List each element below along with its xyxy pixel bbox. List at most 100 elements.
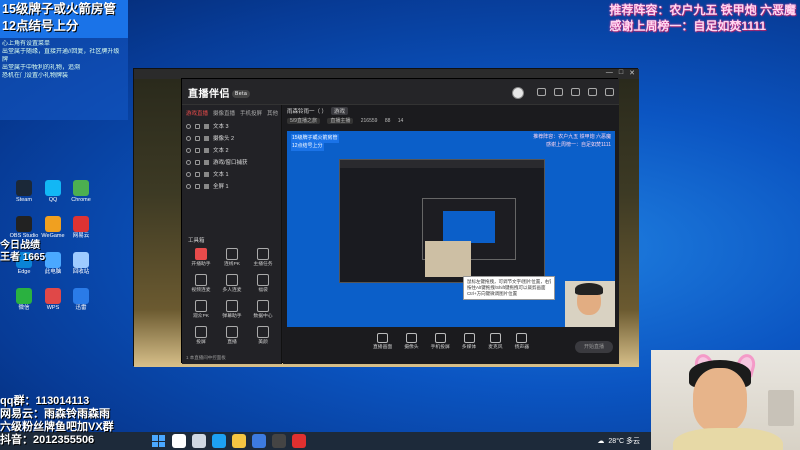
tool-button[interactable]: 弹幕助手 <box>217 300 247 320</box>
chat-line: 恐机在门设置小礼物牌装 <box>2 73 69 79</box>
windows-start-icon[interactable] <box>150 433 166 449</box>
lock-icon[interactable] <box>195 159 200 165</box>
scene-tabs: 游戏直播 摄像直播 手机投屏 其他 <box>182 105 281 120</box>
nested-webcam <box>425 241 471 277</box>
search-icon[interactable] <box>172 434 186 448</box>
menu-icon[interactable] <box>605 88 614 96</box>
source-item[interactable]: 游戏/窗口捕获 <box>182 156 281 168</box>
tool-button[interactable]: 开播助手 <box>186 248 216 268</box>
eye-icon[interactable] <box>186 183 191 189</box>
eye-icon[interactable] <box>186 147 191 153</box>
edge-icon[interactable] <box>212 434 226 448</box>
desktop-icon-label: Chrome <box>71 197 91 203</box>
toolbar-button[interactable]: 麦克风 <box>488 333 503 364</box>
tool-button[interactable]: 主播任务 <box>248 248 278 268</box>
netease-text: 网易云：雨森铃雨森雨 <box>0 408 110 420</box>
lock-icon[interactable] <box>195 183 200 189</box>
tool-button[interactable]: 多人连麦 <box>217 274 247 294</box>
tool-label: 观众PK <box>193 314 209 319</box>
stats-line: 今日战绩 <box>0 240 40 251</box>
tool-button[interactable]: 观众PK <box>186 300 216 320</box>
room-tag[interactable]: 游戏 <box>331 107 349 115</box>
desktop-icon[interactable]: 迅雷 <box>63 288 99 312</box>
tool-icon <box>195 326 207 338</box>
main-area: 雨森铃雨一（ ） 游戏 5/9直播之旅 直播主播 216559 88 14 15级… <box>283 105 619 364</box>
tool-button[interactable]: 连线PK <box>217 248 247 268</box>
explorer-icon[interactable] <box>232 434 246 448</box>
source-type-icon <box>204 123 209 129</box>
maximize-button[interactable]: □ <box>619 69 623 77</box>
app-icon <box>73 252 89 268</box>
source-label: 摄像头 2 <box>213 136 235 142</box>
source-item[interactable]: 文本 1 <box>182 168 281 180</box>
tab-camera-live[interactable]: 摄像直播 <box>213 109 235 117</box>
lock-icon[interactable] <box>195 147 200 153</box>
tab-phone-cast[interactable]: 手机投屏 <box>240 109 262 117</box>
weather-text[interactable]: 28°C 多云 <box>608 436 640 446</box>
toolbar-button[interactable]: 多媒体 <box>462 333 476 364</box>
toolbar-label: 手机投屏 <box>430 345 450 350</box>
avatar[interactable] <box>512 87 524 99</box>
overlay-top-right: 推荐阵容：农户九五 铁甲炮 六恶魔 感谢上周榜一：自足如焚1111 <box>609 2 796 34</box>
panel-header: 直播伴侣 Beta <box>182 79 619 105</box>
stream-preview[interactable]: 15级牌子或火箭房管 12点结号上分 推荐阵容：农户九五 铁甲炮 六恶魔 感谢上… <box>287 131 615 327</box>
toolbar-button[interactable]: 摄像头 <box>404 333 419 364</box>
obs-icon[interactable] <box>272 434 286 448</box>
beta-badge: Beta <box>232 90 251 99</box>
source-item[interactable]: 文本 2 <box>182 144 281 156</box>
toolbar-button[interactable]: 直播画面 <box>373 333 392 364</box>
lock-icon[interactable] <box>195 123 200 129</box>
app-icon <box>73 180 89 196</box>
room-chip[interactable]: 5/9直播之旅 <box>287 118 320 124</box>
weather-icon[interactable]: ☁ <box>597 437 604 445</box>
app-icon <box>45 252 61 268</box>
desktop-icon[interactable]: 回收站 <box>63 252 99 276</box>
room-chip[interactable]: 直播主播 <box>327 118 354 124</box>
minimize-button[interactable]: — <box>606 69 613 77</box>
chat-line: 牌 <box>2 57 9 63</box>
message-icon[interactable] <box>571 88 580 96</box>
eye-icon[interactable] <box>186 159 191 165</box>
room-title[interactable]: 雨森铃雨一（ ） <box>287 109 327 115</box>
tool-button[interactable]: 直播 <box>217 326 247 346</box>
desktop-icon[interactable]: 网易云 <box>63 216 99 240</box>
eye-icon[interactable] <box>186 135 191 141</box>
tool-button[interactable]: 投屏 <box>186 326 216 346</box>
bell-icon[interactable] <box>588 88 597 96</box>
store-icon[interactable] <box>252 434 266 448</box>
toolbar-label: 多媒体 <box>461 345 477 350</box>
taskbar-icons <box>166 434 306 448</box>
source-item[interactable]: 摄像头 2 <box>182 132 281 144</box>
toolbar-button[interactable]: 手机投屏 <box>431 333 450 364</box>
tool-button[interactable]: 美颜 <box>248 326 278 346</box>
streaming-app-window[interactable]: — □ ✕ 直播伴侣 Beta 游戏直播 摄像直播 手机投屏 其他 文本 3 摄… <box>133 68 639 367</box>
overlay-chat-box: 心上角有设置菜单 出堂属于随缘，直接开通//回复，社区牌升级 牌 出堂属于中牧利… <box>0 38 128 120</box>
source-item[interactable]: 全屏 1 <box>182 180 281 192</box>
store-icon[interactable] <box>537 88 546 96</box>
toolbar-label: 摄像头 <box>404 345 419 350</box>
eye-icon[interactable] <box>186 123 191 129</box>
gift-icon[interactable] <box>554 88 563 96</box>
tool-button[interactable]: 福袋 <box>248 274 278 294</box>
overlay-thanks: 感谢上周榜一：自足如焚1111 <box>609 19 767 33</box>
start-live-button[interactable]: 开始直播 <box>575 341 613 353</box>
desktop-icon[interactable]: Chrome <box>63 180 99 204</box>
source-item[interactable]: 文本 3 <box>182 120 281 132</box>
tool-button[interactable]: 数据中心 <box>248 300 278 320</box>
tab-game-live[interactable]: 游戏直播 <box>186 109 208 117</box>
app-icon <box>73 288 89 304</box>
tab-other[interactable]: 其他 <box>267 109 278 117</box>
streamer-webcam <box>651 350 800 450</box>
app-icon <box>73 216 89 232</box>
eye-icon[interactable] <box>186 171 191 177</box>
viewer-count: 216559 <box>360 118 378 124</box>
tool-icon <box>226 274 238 286</box>
task-view-icon[interactable] <box>192 434 206 448</box>
nested-preview-window-3 <box>443 211 495 243</box>
lock-icon[interactable] <box>195 171 200 177</box>
toolbar-button[interactable]: 扬声器 <box>515 333 529 364</box>
lock-icon[interactable] <box>195 135 200 141</box>
close-button[interactable]: ✕ <box>629 69 635 77</box>
netease-icon[interactable] <box>292 434 306 448</box>
tool-button[interactable]: 视频连麦 <box>186 274 216 294</box>
